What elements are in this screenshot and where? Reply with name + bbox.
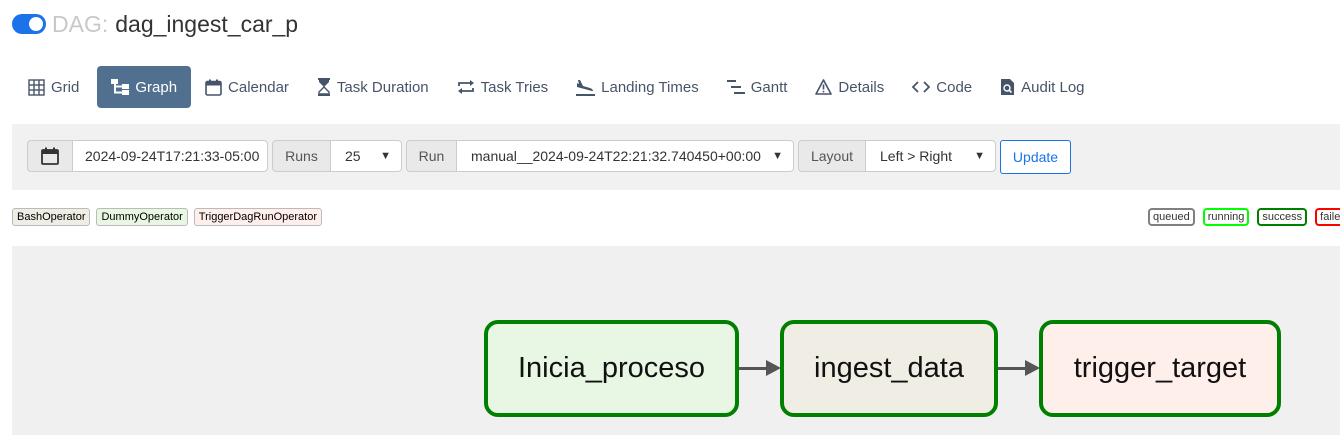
dag-pause-toggle[interactable] [12, 14, 46, 34]
plane-landing-icon [576, 79, 596, 96]
tab-label: Code [936, 78, 973, 96]
tab-grid[interactable]: Grid [14, 66, 93, 108]
hourglass-icon [317, 78, 330, 96]
state-badge-queued[interactable]: queued [1148, 208, 1195, 226]
chevron-down-icon: ▼ [380, 150, 391, 162]
tab-details[interactable]: Details [801, 66, 898, 108]
graph-toolbar: 2024-09-24T17:21:33-05:00 Runs 25 ▼ Run … [12, 124, 1340, 190]
run-select[interactable]: manual__2024-09-24T22:21:32.740450+00:00… [456, 140, 794, 172]
operator-label: DummyOperator [101, 211, 183, 223]
runs-value: 25 [345, 148, 361, 164]
date-picker-button[interactable] [27, 140, 73, 172]
runs-label: Runs [272, 140, 331, 172]
runs-select[interactable]: 25 ▼ [330, 140, 402, 172]
operator-label: BashOperator [17, 211, 86, 223]
chevron-down-icon: ▼ [974, 150, 985, 162]
operator-legend: BashOperator DummyOperator TriggerDagRun… [12, 208, 322, 226]
tab-label: Audit Log [1021, 78, 1085, 96]
base-date-value: 2024-09-24T17:21:33-05:00 [85, 148, 260, 164]
state-label: success [1262, 211, 1303, 223]
update-label: Update [1012, 149, 1059, 165]
base-date-input[interactable]: 2024-09-24T17:21:33-05:00 [72, 140, 268, 172]
state-label: failed [1320, 211, 1340, 223]
calendar-icon [205, 79, 222, 96]
tab-label: Grid [51, 78, 80, 96]
state-badge-success[interactable]: success [1257, 208, 1308, 226]
tab-code[interactable]: Code [898, 66, 986, 108]
graph-icon [111, 79, 130, 95]
tab-label: Graph [135, 78, 178, 96]
gantt-icon [726, 80, 745, 94]
tab-label: Gantt [750, 78, 788, 96]
tab-label: Details [838, 78, 885, 96]
dag-graph-canvas[interactable]: Inicia_proceso ingest_data trigger_targe… [12, 246, 1340, 435]
operator-badge-trigger[interactable]: TriggerDagRunOperator [193, 208, 322, 226]
tab-label: Task Duration [336, 78, 429, 96]
update-button[interactable]: Update [1000, 140, 1071, 174]
tab-audit-log[interactable]: Audit Log [986, 66, 1098, 108]
layout-label-text: Layout [810, 148, 854, 164]
tab-graph[interactable]: Graph [97, 66, 192, 108]
edge-arrowhead [766, 360, 781, 376]
view-tabs: Grid Graph Calendar Task Duration Task T… [14, 66, 1099, 108]
edge-line [998, 367, 1026, 370]
dag-label-prefix: DAG: [52, 10, 109, 37]
state-legend: queued running success failed [1148, 208, 1340, 226]
run-label-text: Run [418, 148, 445, 164]
edge-line [739, 367, 767, 370]
repeat-icon [457, 80, 474, 94]
state-label: running [1207, 211, 1245, 223]
code-icon [912, 81, 931, 93]
layout-select[interactable]: Left > Right ▼ [865, 140, 996, 172]
task-node-trigger-target[interactable]: trigger_target [1039, 320, 1281, 417]
tab-label: Calendar [228, 78, 289, 96]
file-search-icon [1001, 79, 1015, 95]
tab-calendar[interactable]: Calendar [191, 66, 303, 108]
tab-label: Landing Times [601, 78, 699, 96]
state-badge-failed[interactable]: failed [1315, 208, 1340, 226]
edge-arrowhead [1025, 360, 1040, 376]
tab-task-duration[interactable]: Task Duration [303, 66, 443, 108]
tab-gantt[interactable]: Gantt [713, 66, 802, 108]
tab-task-tries[interactable]: Task Tries [443, 66, 563, 108]
tab-landing-times[interactable]: Landing Times [562, 66, 713, 108]
warning-triangle-icon [815, 79, 833, 95]
run-label: Run [406, 140, 457, 172]
operator-badge-bash[interactable]: BashOperator [12, 208, 91, 226]
state-badge-running[interactable]: running [1202, 208, 1250, 226]
task-node-inicia-proceso[interactable]: Inicia_proceso [484, 320, 739, 417]
operator-badge-dummy[interactable]: DummyOperator [96, 208, 188, 226]
dag-title: dag_ingest_car_p [115, 10, 299, 37]
calendar-icon [41, 147, 59, 165]
runs-label-text: Runs [285, 148, 318, 164]
task-node-ingest-data[interactable]: ingest_data [780, 320, 998, 417]
task-node-label: ingest_data [814, 352, 964, 384]
run-value: manual__2024-09-24T22:21:32.740450+00:00 [471, 148, 761, 164]
chevron-down-icon: ▼ [772, 150, 783, 162]
grid-icon [28, 78, 45, 96]
layout-label: Layout [798, 140, 866, 172]
tab-label: Task Tries [480, 78, 549, 96]
task-node-label: Inicia_proceso [518, 352, 705, 384]
task-node-label: trigger_target [1073, 352, 1247, 384]
operator-label: TriggerDagRunOperator [198, 211, 317, 223]
state-label: queued [1153, 211, 1190, 223]
layout-value: Left > Right [880, 148, 952, 164]
dag-header: DAG: dag_ingest_car_p [12, 8, 298, 40]
